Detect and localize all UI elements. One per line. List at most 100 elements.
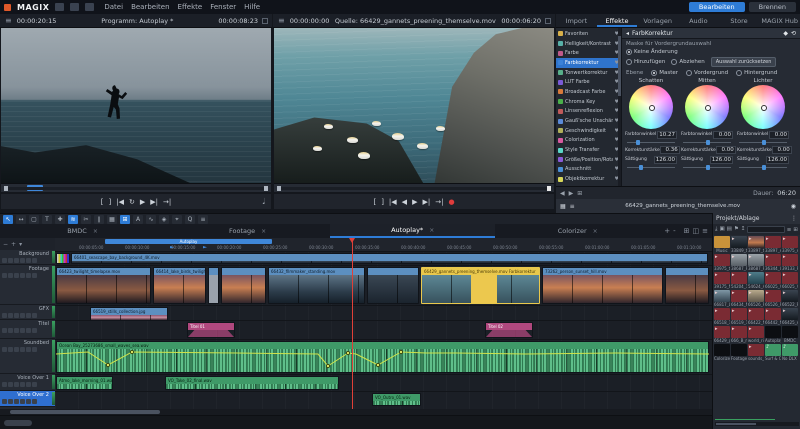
timeline-clip[interactable]: Titel 01: [187, 322, 235, 338]
panel-tab[interactable]: Vorlagen: [637, 14, 678, 27]
track-lock-icon[interactable]: [2, 273, 7, 278]
media-tile[interactable]: 66526_P: [748, 290, 764, 307]
timeline-tool[interactable]: Q: [185, 215, 195, 224]
media-tile[interactable]: 66442_N: [765, 308, 781, 325]
track-header[interactable]: GFX: [0, 305, 55, 320]
transport-button[interactable]: ●: [448, 198, 454, 206]
play-range-bar[interactable]: Autoplay: [105, 239, 272, 244]
program-video[interactable]: [1, 28, 271, 183]
transport-button[interactable]: ↻: [129, 198, 135, 206]
layer-radio[interactable]: Master: [651, 70, 678, 76]
timeline-tool[interactable]: ≡: [198, 215, 208, 224]
saturation-value[interactable]: 126.00: [710, 156, 733, 164]
program-fullscreen-icon[interactable]: [262, 18, 268, 24]
next-icon[interactable]: ▶: [569, 190, 574, 197]
timeline-clip[interactable]: 66414_lake_birds_twilight.mov: [153, 267, 206, 304]
panel-tab[interactable]: Store: [719, 14, 760, 27]
timeline-tool[interactable]: ✚: [55, 215, 65, 224]
media-tile[interactable]: Colorizer: [714, 344, 730, 361]
media-tile[interactable]: 33849_tl: [731, 236, 747, 253]
track-record-icon[interactable]: [20, 382, 25, 387]
media-tile[interactable]: Footage: [731, 344, 747, 361]
track-mute-icon[interactable]: [8, 382, 13, 387]
track-mute-icon[interactable]: [8, 347, 13, 352]
media-tile[interactable]: BMDC: [782, 326, 798, 343]
track-fx-icon[interactable]: [26, 347, 31, 352]
timeline-tab[interactable]: Colorizer ×: [495, 224, 660, 238]
effect-item[interactable]: Gauß'sche Unschärfe ♥: [556, 116, 621, 126]
track-mute-icon[interactable]: [8, 399, 13, 404]
track-solo-icon[interactable]: [14, 347, 19, 352]
transport-button[interactable]: ]: [381, 198, 384, 206]
timeline-clip[interactable]: VO_Take_02_final.wav: [165, 376, 339, 390]
media-tile[interactable]: No DLX 2019: [782, 344, 798, 361]
layer-radio[interactable]: Vordergrund: [686, 70, 728, 76]
hue-value[interactable]: 10.27: [657, 131, 677, 139]
timeline-tab[interactable]: Footage ×: [165, 224, 330, 238]
menu-item[interactable]: Fenster: [206, 3, 240, 11]
transport-button[interactable]: [: [373, 198, 376, 206]
transport-button[interactable]: |◀: [389, 198, 397, 206]
media-tile[interactable]: 66434_M: [731, 290, 747, 307]
source-scrubber[interactable]: [274, 183, 554, 192]
close-tab-icon[interactable]: ×: [93, 228, 98, 235]
media-view-icon[interactable]: ≡: [787, 227, 792, 233]
color-wheel[interactable]: [741, 85, 785, 129]
timeline-clip[interactable]: 66519_stills_collection.jpg: [90, 307, 168, 321]
media-tile[interactable]: sounds_006: [748, 344, 764, 361]
effect-item[interactable]: Broadcast Farbe ♥: [556, 87, 621, 97]
track-mute-icon[interactable]: [8, 258, 13, 263]
media-tile[interactable]: 54204_1: [731, 272, 747, 289]
panel-tab[interactable]: Audio: [678, 14, 719, 27]
panel-tab[interactable]: Effekte: [597, 14, 638, 27]
track-solo-icon[interactable]: [14, 382, 19, 387]
close-tab-icon[interactable]: ×: [429, 227, 434, 234]
grid-icon[interactable]: ▦: [560, 203, 566, 210]
track-options-icon[interactable]: ▾: [19, 241, 22, 248]
program-menu-icon[interactable]: ≡: [0, 16, 17, 25]
media-tile[interactable]: 66519_1: [731, 308, 747, 325]
timeline-tool[interactable]: ▦: [107, 215, 117, 224]
track-lock-icon[interactable]: [2, 328, 7, 333]
tab-view-icon[interactable]: ⊞: [684, 227, 690, 235]
media-tile[interactable]: world_ric: [748, 326, 764, 343]
media-tile[interactable]: 66422_N: [748, 308, 764, 325]
track-mute-icon[interactable]: [8, 273, 13, 278]
track-lock-icon[interactable]: [2, 258, 7, 263]
track-automation-icon[interactable]: [32, 328, 37, 333]
media-tile[interactable]: 38687_R: [731, 254, 747, 271]
track-fx-icon[interactable]: [26, 313, 31, 318]
media-tile[interactable]: Music: [714, 236, 730, 253]
strength-value[interactable]: 0.36: [660, 146, 680, 154]
effect-item[interactable]: Farbe ♥: [556, 48, 621, 58]
mode-radio[interactable]: Hinzufügen: [626, 59, 665, 65]
effect-item[interactable]: Favoriten ♥: [556, 29, 621, 39]
effect-item[interactable]: Größe/Position/Rotation ♥: [556, 155, 621, 165]
back-icon[interactable]: ◂: [626, 30, 629, 37]
timeline-tool[interactable]: ⊞: [120, 215, 130, 224]
track-solo-icon[interactable]: [14, 328, 19, 333]
track-header[interactable]: Background: [0, 250, 55, 265]
transport-button[interactable]: ]: [109, 198, 112, 206]
save-icon[interactable]: [85, 3, 94, 11]
media-tile[interactable]: 36344_W: [765, 254, 781, 271]
timeline-tool[interactable]: ∥: [94, 215, 104, 224]
transport-button[interactable]: ◀: [402, 198, 407, 206]
media-tile[interactable]: 66025_V: [765, 272, 781, 289]
effect-item[interactable]: Helligkeit/Kontrast ♥: [556, 39, 621, 49]
media-tile[interactable]: 33975_t: [714, 254, 730, 271]
effect-item[interactable]: Linsenreflexion ♥: [556, 107, 621, 117]
track-solo-icon[interactable]: [14, 273, 19, 278]
timeline-clip[interactable]: Atmo_lake_morning_01.wav: [56, 376, 113, 390]
track-automation-icon[interactable]: [32, 347, 37, 352]
timeline-clip[interactable]: 73262_person_sunset_hill.mov: [542, 267, 663, 304]
apply-icon[interactable]: ⊞: [577, 190, 582, 197]
pin-icon[interactable]: ◉: [791, 203, 796, 210]
effect-item[interactable]: Geschwindigkeit ♥: [556, 126, 621, 136]
saturation-slider[interactable]: [683, 165, 731, 170]
track-record-icon[interactable]: [20, 347, 25, 352]
media-tile[interactable]: 66425_s: [782, 308, 798, 325]
track-fx-icon[interactable]: [26, 382, 31, 387]
timeline-ruler[interactable]: 00:00:05:0000:00:10:0000:00:15:0000:00:2…: [55, 238, 712, 252]
media-tile[interactable]: 33897_s: [765, 236, 781, 253]
